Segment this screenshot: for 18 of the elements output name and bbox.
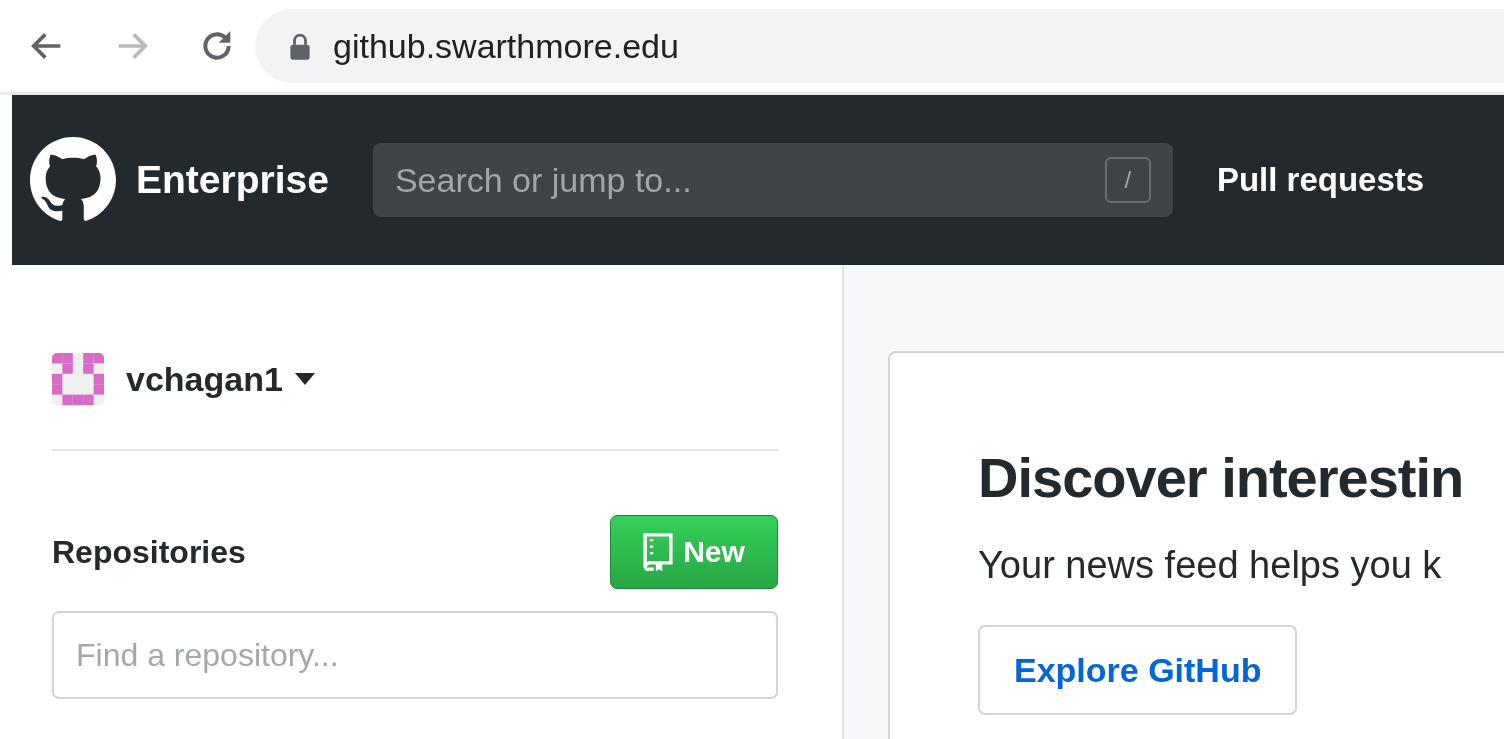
brand-name[interactable]: Enterprise bbox=[136, 158, 329, 202]
card-text: Your news feed helps you k bbox=[978, 544, 1443, 587]
find-repository-field[interactable]: Find a repository... bbox=[52, 611, 778, 699]
address-bar[interactable]: github.swarthmore.edu bbox=[255, 9, 1504, 83]
card-title: Discover interestin bbox=[978, 445, 1465, 510]
repositories-heading: Repositories bbox=[52, 533, 246, 571]
search-placeholder: Search or jump to... bbox=[394, 160, 692, 200]
explore-button[interactable]: Explore GitHub bbox=[978, 625, 1298, 715]
book-icon bbox=[643, 532, 674, 572]
url-text: github.swarthmore.edu bbox=[333, 26, 679, 66]
lock-icon bbox=[289, 32, 311, 60]
avatar-icon[interactable] bbox=[52, 353, 104, 405]
octocat-logo-icon[interactable] bbox=[30, 137, 116, 223]
username[interactable]: vchagan1 bbox=[126, 359, 283, 399]
caret-icon[interactable] bbox=[294, 373, 315, 385]
shortcut-key: / bbox=[1104, 157, 1151, 203]
search-field[interactable]: Search or jump to... / bbox=[372, 143, 1173, 217]
nav-link[interactable]: Pull requests bbox=[1216, 161, 1425, 199]
